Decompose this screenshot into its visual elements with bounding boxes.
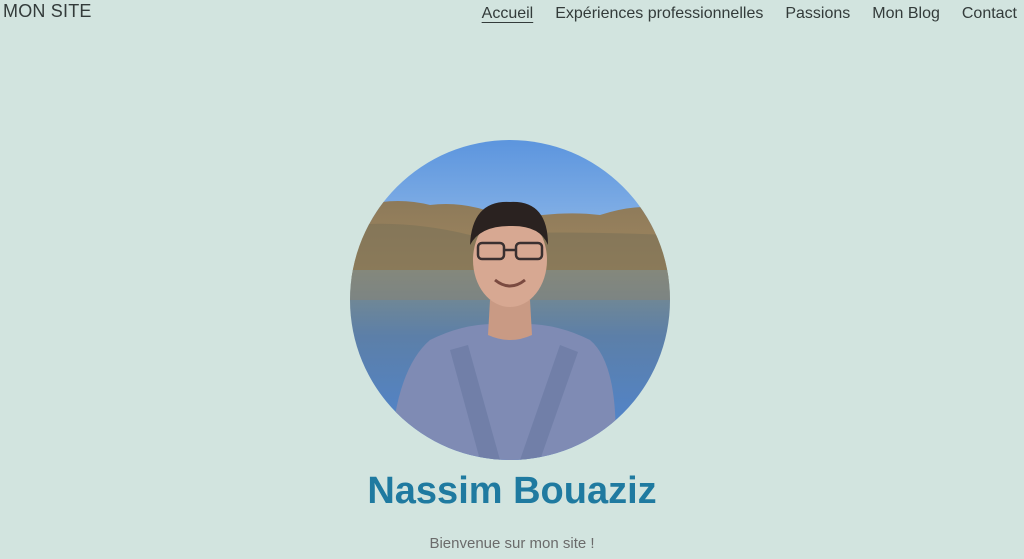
nav-item-experiences[interactable]: Expériences professionnelles <box>555 5 763 23</box>
main-nav: Accueil Expériences professionnelles Pas… <box>460 5 1017 23</box>
nav-item-blog[interactable]: Mon Blog <box>872 5 940 23</box>
site-brand[interactable]: MON SITE <box>3 1 92 22</box>
nav-item-passions[interactable]: Passions <box>785 5 850 23</box>
welcome-text: Bienvenue sur mon site ! <box>429 535 595 552</box>
nav-item-contact[interactable]: Contact <box>962 5 1017 23</box>
nav-item-accueil[interactable]: Accueil <box>482 5 534 23</box>
profile-photo <box>350 140 670 460</box>
site-header: MON SITE Accueil Expériences professionn… <box>0 0 1024 40</box>
page-title: Nassim Bouaziz <box>367 470 657 512</box>
